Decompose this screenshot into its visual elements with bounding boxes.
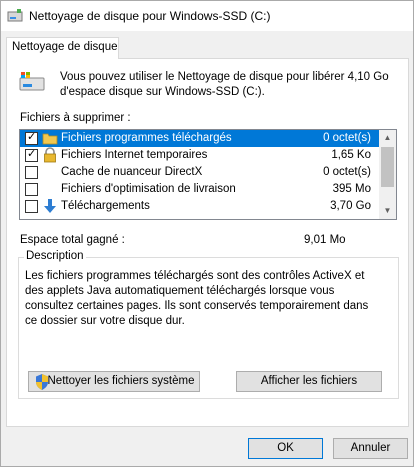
checkmark-icon: ✓ xyxy=(27,148,37,160)
item-size: 1,65 Ko xyxy=(331,149,371,161)
checkbox-downloaded-program-files[interactable]: ✓ xyxy=(25,131,38,145)
disk-cleanup-app-icon xyxy=(7,9,23,22)
download-arrow-icon xyxy=(44,199,56,213)
checkbox-delivery-optimization-files[interactable] xyxy=(25,183,38,196)
item-size: 395 Mo xyxy=(332,183,371,195)
list-item-downloaded-program-files[interactable]: ✓ Fichiers programmes téléchargés 0 octe… xyxy=(20,130,379,147)
files-to-delete-label: Fichiers à supprimer : xyxy=(20,112,131,124)
scroll-up-icon[interactable]: ▲ xyxy=(379,130,396,146)
item-label: Fichiers d'optimisation de livraison xyxy=(61,183,236,195)
total-space-label: Espace total gagné : xyxy=(20,234,125,246)
uac-shield-icon xyxy=(36,374,48,390)
scroll-thumb[interactable] xyxy=(381,147,394,187)
item-label: Cache de nuanceur DirectX xyxy=(61,166,203,178)
item-label: Fichiers Internet temporaires xyxy=(61,149,208,161)
checkbox-directx-shader-cache[interactable] xyxy=(25,166,38,179)
drive-cleanup-icon xyxy=(19,72,45,91)
list-item-downloads[interactable]: Téléchargements 3,70 Go xyxy=(20,198,379,215)
description-title: Description xyxy=(24,250,86,262)
item-size: 0 octet(s) xyxy=(323,166,371,178)
list-item-temporary-internet-files[interactable]: ✓ Fichiers Internet temporaires 1,65 Ko xyxy=(20,147,379,164)
item-size: 3,70 Go xyxy=(330,200,371,212)
cancel-button[interactable]: Annuler xyxy=(333,438,408,459)
item-label: Fichiers programmes téléchargés xyxy=(61,132,232,144)
cleanup-system-files-label: Nettoyer les fichiers système xyxy=(47,375,195,387)
cleanup-system-files-button[interactable]: Nettoyer les fichiers système xyxy=(28,371,200,392)
files-list-scrollbar[interactable]: ▲ ▼ xyxy=(379,130,396,219)
scroll-down-icon[interactable]: ▼ xyxy=(379,203,396,219)
tab-disk-cleanup[interactable]: Nettoyage de disque xyxy=(6,37,119,59)
view-files-button[interactable]: Afficher les fichiers xyxy=(236,371,382,392)
total-space-value: 9,01 Mo xyxy=(304,234,346,246)
list-item-delivery-optimization-files[interactable]: Fichiers d'optimisation de livraison 395… xyxy=(20,181,379,198)
checkmark-icon: ✓ xyxy=(27,131,37,143)
item-label: Téléchargements xyxy=(61,200,150,212)
window-title: Nettoyage de disque pour Windows-SSD (C:… xyxy=(29,9,271,23)
folder-icon xyxy=(42,133,58,145)
files-list[interactable]: ✓ Fichiers programmes téléchargés 0 octe… xyxy=(19,129,397,220)
list-item-directx-shader-cache[interactable]: Cache de nuanceur DirectX 0 octet(s) xyxy=(20,164,379,181)
disk-cleanup-dialog: Nettoyage de disque pour Windows-SSD (C:… xyxy=(0,0,414,467)
lock-icon xyxy=(44,147,56,163)
item-size: 0 octet(s) xyxy=(323,132,371,144)
checkbox-temporary-internet-files[interactable]: ✓ xyxy=(25,148,38,162)
description-text: Les fichiers programmes téléchargés sont… xyxy=(25,270,369,327)
ok-button[interactable]: OK xyxy=(248,438,323,459)
title-bar[interactable]: Nettoyage de disque pour Windows-SSD (C:… xyxy=(1,1,413,31)
tab-panel: Vous pouvez utiliser le Nettoyage de dis… xyxy=(6,58,409,427)
intro-text: Vous pouvez utiliser le Nettoyage de dis… xyxy=(60,71,389,98)
checkbox-downloads[interactable] xyxy=(25,200,38,213)
